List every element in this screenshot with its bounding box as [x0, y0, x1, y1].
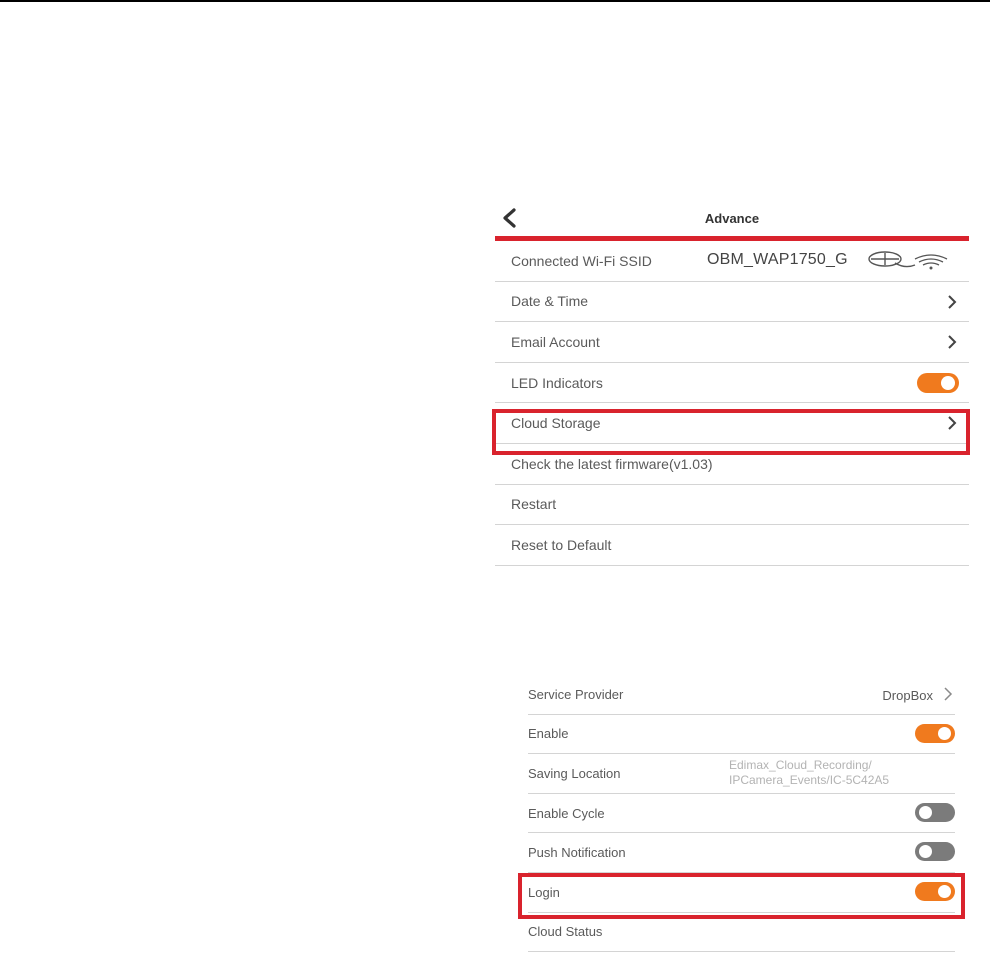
row-push-notification: Push Notification — [528, 833, 955, 873]
row-label: Reset to Default — [511, 536, 612, 553]
row-cloud-storage[interactable]: Cloud Storage — [495, 403, 969, 444]
row-check-firmware[interactable]: Check the latest firmware(v1.03) — [495, 444, 969, 485]
chevron-right-icon — [948, 416, 957, 431]
service-provider-value: DropBox — [882, 688, 933, 703]
enable-toggle[interactable] — [915, 723, 955, 743]
page-top-rule — [0, 0, 990, 2]
chevron-right-icon — [948, 335, 957, 349]
saving-location-value: Edimax_Cloud_Recording/ IPCamera_Events/… — [729, 758, 949, 788]
row-label: LED Indicators — [511, 374, 603, 391]
row-led-indicators: LED Indicators — [495, 363, 969, 404]
chevron-right-icon — [944, 687, 953, 701]
row-restart[interactable]: Restart — [495, 485, 969, 526]
row-label: Restart — [511, 496, 557, 513]
row-label: Login — [528, 884, 560, 900]
row-enable: Enable — [528, 715, 955, 755]
saving-location-line1: Edimax_Cloud_Recording/ — [729, 758, 872, 773]
row-email-account[interactable]: Email Account — [495, 322, 969, 363]
wifi-signal-icon — [868, 251, 948, 270]
row-label: Check the latest firmware(v1.03) — [511, 455, 713, 472]
page-title: Advance — [704, 211, 760, 226]
row-label: Cloud Storage — [511, 415, 601, 432]
chevron-right-icon — [948, 294, 957, 309]
row-connected-wifi-ssid: Connected Wi-Fi SSID OBM_WAP1750_G — [495, 241, 969, 282]
login-toggle[interactable] — [915, 881, 955, 901]
led-indicators-toggle[interactable] — [917, 372, 959, 393]
row-label: Cloud Status — [528, 924, 603, 940]
advance-screen: Advance Connected Wi-Fi SSID OBM_WAP1750… — [492, 200, 970, 566]
row-saving-location: Saving Location Edimax_Cloud_Recording/ … — [528, 754, 955, 794]
row-enable-cycle: Enable Cycle — [528, 794, 955, 834]
row-label: Connected Wi-Fi SSID — [511, 252, 652, 269]
row-label: Push Notification — [528, 845, 626, 861]
row-label: Enable — [528, 726, 569, 742]
ssid-value: OBM_WAP1750_G — [707, 251, 848, 268]
row-label: Saving Location — [528, 765, 621, 781]
row-label: Email Account — [511, 333, 600, 350]
push-notification-toggle[interactable] — [915, 842, 955, 862]
row-login: Login — [528, 873, 955, 913]
row-date-time[interactable]: Date & Time — [495, 282, 969, 323]
row-cloud-status: Cloud Status — [528, 913, 955, 953]
row-label: Date & Time — [511, 293, 589, 310]
advance-header: Advance — [495, 200, 969, 236]
row-label: Service Provider — [528, 686, 624, 702]
row-service-provider[interactable]: Service Provider DropBox — [528, 675, 955, 715]
enable-cycle-toggle[interactable] — [915, 802, 955, 822]
saving-location-line2: IPCamera_Events/IC-5C42A5 — [729, 773, 890, 788]
row-reset-to-default[interactable]: Reset to Default — [495, 525, 969, 566]
cloud-storage-screen: Service Provider DropBox Enable Saving L… — [518, 675, 965, 953]
row-label: Enable Cycle — [528, 805, 605, 821]
